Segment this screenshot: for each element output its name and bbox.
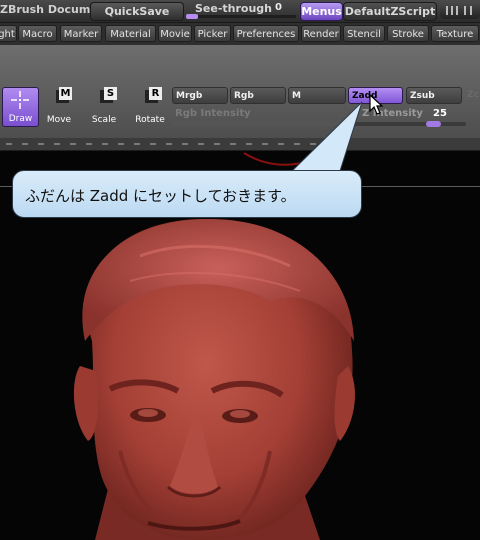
see-through-label: See-through (195, 2, 273, 15)
window-controls[interactable] (440, 2, 480, 19)
menu-item-marker[interactable]: Marker (60, 25, 102, 42)
z-intensity-value: 25 (433, 108, 447, 119)
move-label: Move (46, 115, 72, 125)
rgb-button[interactable]: Rgb (230, 87, 286, 104)
draw-icon (11, 91, 29, 109)
m-button[interactable]: M (288, 87, 346, 104)
top-shelf: Draw M Move S Scale R Rotate Mrgb Rgb M … (0, 45, 480, 138)
rotate-button[interactable]: R Rotate (132, 85, 168, 127)
rgb-intensity-label: Rgb Intensity (175, 108, 251, 119)
window-control-icon (470, 6, 472, 15)
move-icon: M (59, 87, 72, 100)
title-bar: ZBrush Docume QuickSave See-through 0 Me… (0, 0, 480, 22)
rotate-label: Rotate (135, 115, 165, 125)
ruler-ticks (6, 143, 332, 145)
rgb-intensity-slider[interactable] (172, 122, 344, 126)
see-through-slider-knob[interactable] (186, 14, 198, 19)
scale-button[interactable]: S Scale (88, 85, 120, 127)
mrgb-button[interactable]: Mrgb (172, 87, 228, 104)
quicksave-button[interactable]: QuickSave (90, 2, 184, 21)
z-intensity-slider-knob[interactable] (426, 121, 441, 127)
window-control-icon (464, 6, 466, 15)
menu-item-stencil[interactable]: Stencil (343, 25, 385, 42)
see-through-slider[interactable] (186, 15, 296, 18)
menu-item-movie[interactable]: Movie (158, 25, 192, 42)
z-intensity-slider[interactable] (348, 122, 466, 126)
draw-label: Draw (8, 114, 33, 124)
menu-item-light[interactable]: ght (0, 25, 17, 42)
menus-button[interactable]: Menus (300, 2, 343, 21)
tip-bubble: ふだんは Zadd にセットしておきます。 (12, 170, 362, 218)
window-control-icon (456, 6, 458, 15)
scale-icon: S (104, 87, 117, 100)
menu-item-preferences[interactable]: Preferences (233, 25, 299, 42)
mouse-pointer-icon (369, 94, 384, 115)
draw-button[interactable]: Draw (2, 87, 39, 127)
menu-item-texture[interactable]: Texture (431, 25, 479, 42)
rotate-icon: R (149, 87, 162, 100)
menu-item-render[interactable]: Render (301, 25, 341, 42)
default-zscript-button[interactable]: DefaultZScript (343, 2, 437, 21)
see-through-value: 0 (275, 2, 282, 13)
app-title: ZBrush Docume (0, 3, 98, 16)
menu-item-picker[interactable]: Picker (194, 25, 231, 42)
menu-item-macro[interactable]: Macro (18, 25, 57, 42)
window-control-icon (446, 6, 448, 15)
window-control-icon (451, 6, 453, 15)
scale-label: Scale (91, 115, 117, 125)
zsub-button[interactable]: Zsub (406, 87, 462, 104)
move-button[interactable]: M Move (43, 85, 75, 127)
menu-item-material[interactable]: Material (105, 25, 156, 42)
menu-item-stroke[interactable]: Stroke (387, 25, 429, 42)
menu-bar: ght Macro Marker Material Movie Picker P… (0, 22, 480, 46)
zcut-button[interactable]: Zc (464, 87, 480, 104)
tip-text: ふだんは Zadd にセットしておきます。 (25, 187, 296, 205)
